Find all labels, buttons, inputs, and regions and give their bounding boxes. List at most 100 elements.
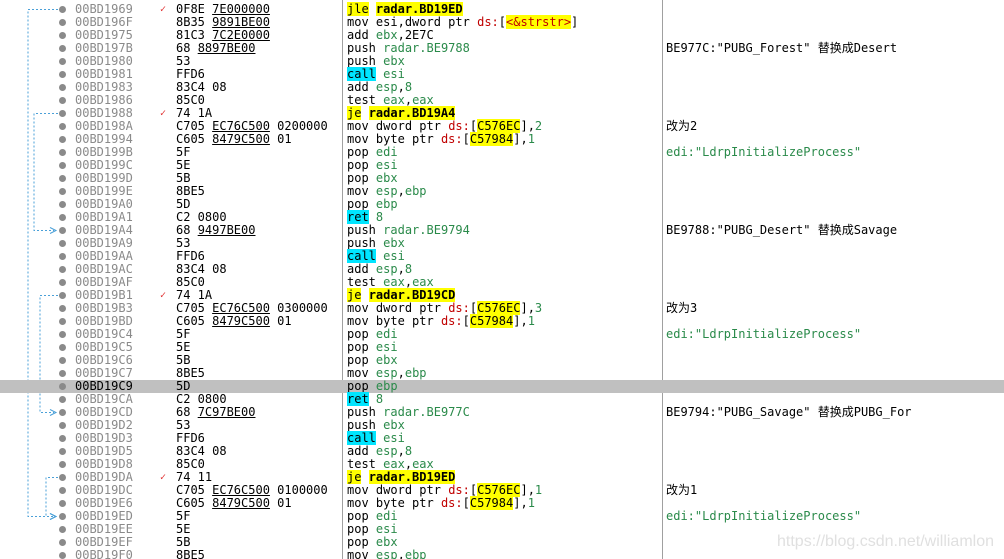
table-row[interactable]: 00BD197B 68 8897BE00 push radar.BE9788 BE97… bbox=[0, 42, 1004, 55]
table-row[interactable]: 00BD1980 53 push ebx bbox=[0, 55, 1004, 68]
operands: ebp bbox=[375, 379, 398, 393]
breakpoint-dot-icon[interactable] bbox=[59, 188, 66, 195]
breakpoint-dot-icon[interactable] bbox=[59, 84, 66, 91]
breakpoint-dot-icon[interactable] bbox=[59, 279, 66, 286]
jump-taken-icon: ✓ bbox=[160, 108, 167, 119]
bytes-cell: 83C4 08 bbox=[176, 263, 227, 276]
operands: ebx bbox=[383, 236, 405, 250]
table-row[interactable]: 00BD19C4 5F pop edi edi:"LdrpInitializeProc… bbox=[0, 328, 1004, 341]
breakpoint-dot-icon[interactable] bbox=[59, 305, 66, 312]
bytes-cell: 8B35 9891BE00 bbox=[176, 16, 270, 29]
breakpoint-dot-icon[interactable] bbox=[59, 396, 66, 403]
breakpoint-dot-icon[interactable] bbox=[59, 318, 66, 325]
breakpoint-dot-icon[interactable] bbox=[59, 526, 66, 533]
mnemonic: mov bbox=[347, 301, 369, 315]
breakpoint-dot-icon[interactable] bbox=[59, 6, 66, 13]
breakpoint-dot-icon[interactable] bbox=[59, 474, 66, 481]
table-row[interactable]: 00BD1986 85C0 test eax,eax bbox=[0, 94, 1004, 107]
bytes-cell: C605 8479C500 01 bbox=[176, 497, 292, 510]
mnemonic: je bbox=[347, 106, 362, 120]
operands: ebx bbox=[375, 171, 398, 185]
table-row[interactable]: 00BD199C 5E pop esi bbox=[0, 159, 1004, 172]
operands: radar.BD19A4 bbox=[368, 106, 456, 120]
table-row[interactable]: 00BD19ED 5F pop edi edi:"LdrpInitializeProc… bbox=[0, 510, 1004, 523]
breakpoint-dot-icon[interactable] bbox=[59, 149, 66, 156]
breakpoint-dot-icon[interactable] bbox=[59, 383, 66, 390]
breakpoint-dot-icon[interactable] bbox=[59, 487, 66, 494]
table-row[interactable]: 00BD196F 8B35 9891BE00 mov esi,dword ptr d… bbox=[0, 15, 1004, 29]
bytes-cell: 5B bbox=[176, 536, 191, 549]
disassembly-view[interactable]: 00BD1969 ✓ 0F8E 7E000000 jle radar.BD19ED 00… bbox=[0, 0, 1004, 559]
breakpoint-dot-icon[interactable] bbox=[59, 136, 66, 143]
breakpoint-dot-icon[interactable] bbox=[59, 58, 66, 65]
breakpoint-dot-icon[interactable] bbox=[59, 19, 66, 26]
table-row[interactable]: 00BD199E 8BE5 mov esp,ebp bbox=[0, 185, 1004, 198]
breakpoint-dot-icon[interactable] bbox=[59, 175, 66, 182]
breakpoint-dot-icon[interactable] bbox=[59, 240, 66, 247]
bytes-cell: 5D bbox=[176, 380, 191, 393]
breakpoint-dot-icon[interactable] bbox=[59, 435, 66, 442]
breakpoint-dot-icon[interactable] bbox=[59, 32, 66, 39]
table-row[interactable]: 00BD19A9 53 push ebx bbox=[0, 237, 1004, 250]
mnemonic: push bbox=[347, 418, 376, 432]
operands: ebp bbox=[375, 197, 398, 211]
table-row[interactable]: 00BD19C7 8BE5 mov esp,ebp bbox=[0, 367, 1004, 380]
mnemonic: pop bbox=[347, 171, 369, 185]
breakpoint-dot-icon[interactable] bbox=[59, 344, 66, 351]
mnemonic: call bbox=[347, 67, 376, 81]
mnemonic: add bbox=[347, 444, 369, 458]
breakpoint-dot-icon[interactable] bbox=[59, 227, 66, 234]
bytes-cell: 85C0 bbox=[176, 276, 205, 289]
breakpoint-dot-icon[interactable] bbox=[59, 500, 66, 507]
breakpoint-dot-icon[interactable] bbox=[59, 253, 66, 260]
breakpoint-dot-icon[interactable] bbox=[59, 370, 66, 377]
breakpoint-dot-icon[interactable] bbox=[59, 292, 66, 299]
breakpoint-dot-icon[interactable] bbox=[59, 71, 66, 78]
breakpoint-dot-icon[interactable] bbox=[59, 110, 66, 117]
breakpoint-dot-icon[interactable] bbox=[59, 552, 66, 559]
breakpoint-dot-icon[interactable] bbox=[59, 461, 66, 468]
table-row[interactable]: 00BD199B 5F pop edi edi:"LdrpInitializeProc… bbox=[0, 146, 1004, 159]
table-row[interactable]: 00BD1983 83C4 08 add esp,8 bbox=[0, 81, 1004, 94]
mnemonic: push bbox=[347, 236, 376, 250]
breakpoint-dot-icon[interactable] bbox=[59, 331, 66, 338]
breakpoint-dot-icon[interactable] bbox=[59, 539, 66, 546]
table-row[interactable]: 00BD19A4 68 9497BE00 push radar.BE9794 BE97… bbox=[0, 224, 1004, 237]
breakpoint-dot-icon[interactable] bbox=[59, 448, 66, 455]
breakpoint-dot-icon[interactable] bbox=[59, 422, 66, 429]
breakpoint-dot-icon[interactable] bbox=[59, 266, 66, 273]
breakpoint-dot-icon[interactable] bbox=[59, 513, 66, 520]
operands: radar.BD19ED bbox=[375, 2, 463, 16]
breakpoint-dot-icon[interactable] bbox=[59, 45, 66, 52]
comment-cell: 改为1 bbox=[666, 483, 698, 497]
table-row[interactable]: 00BD19C9 5D pop ebp bbox=[0, 380, 1004, 393]
mnemonic: push bbox=[347, 54, 376, 68]
table-row[interactable]: 00BD19AC 83C4 08 add esp,8 bbox=[0, 263, 1004, 276]
table-row[interactable]: 00BD19AF 85C0 test eax,eax bbox=[0, 276, 1004, 289]
mnemonic: mov bbox=[347, 483, 369, 497]
bytes-cell: 5B bbox=[176, 172, 191, 185]
breakpoint-dot-icon[interactable] bbox=[59, 357, 66, 364]
table-row[interactable]: 00BD19D5 83C4 08 add esp,8 bbox=[0, 445, 1004, 458]
table-row[interactable]: 00BD19AA FFD6 call esi bbox=[0, 249, 1004, 263]
breakpoint-dot-icon[interactable] bbox=[59, 162, 66, 169]
operands: radar.BE9788 bbox=[383, 41, 470, 55]
table-row[interactable]: 00BD199D 5B pop ebx bbox=[0, 172, 1004, 185]
table-row[interactable]: 00BD19CD 68 7C97BE00 push radar.BE977C BE97… bbox=[0, 406, 1004, 419]
mnemonic: add bbox=[347, 28, 369, 42]
bytes-cell: FFD6 bbox=[176, 432, 205, 445]
breakpoint-dot-icon[interactable] bbox=[59, 409, 66, 416]
breakpoint-dot-icon[interactable] bbox=[59, 201, 66, 208]
table-row[interactable]: 00BD19D3 FFD6 call esi bbox=[0, 431, 1004, 445]
breakpoint-dot-icon[interactable] bbox=[59, 97, 66, 104]
table-row[interactable]: 00BD19C5 5E pop esi bbox=[0, 341, 1004, 354]
breakpoint-dot-icon[interactable] bbox=[59, 123, 66, 130]
table-row[interactable]: 00BD19C6 5B pop ebx bbox=[0, 354, 1004, 367]
operands: esi bbox=[383, 249, 405, 263]
breakpoint-dot-icon[interactable] bbox=[59, 214, 66, 221]
table-row[interactable]: 00BD19D8 85C0 test eax,eax bbox=[0, 458, 1004, 471]
table-row[interactable]: 00BD19D2 53 push ebx bbox=[0, 419, 1004, 432]
table-row[interactable]: 00BD19A0 5D pop ebp bbox=[0, 198, 1004, 211]
bytes-cell: 68 8897BE00 bbox=[176, 42, 256, 55]
table-row[interactable]: 00BD1981 FFD6 call esi bbox=[0, 67, 1004, 81]
